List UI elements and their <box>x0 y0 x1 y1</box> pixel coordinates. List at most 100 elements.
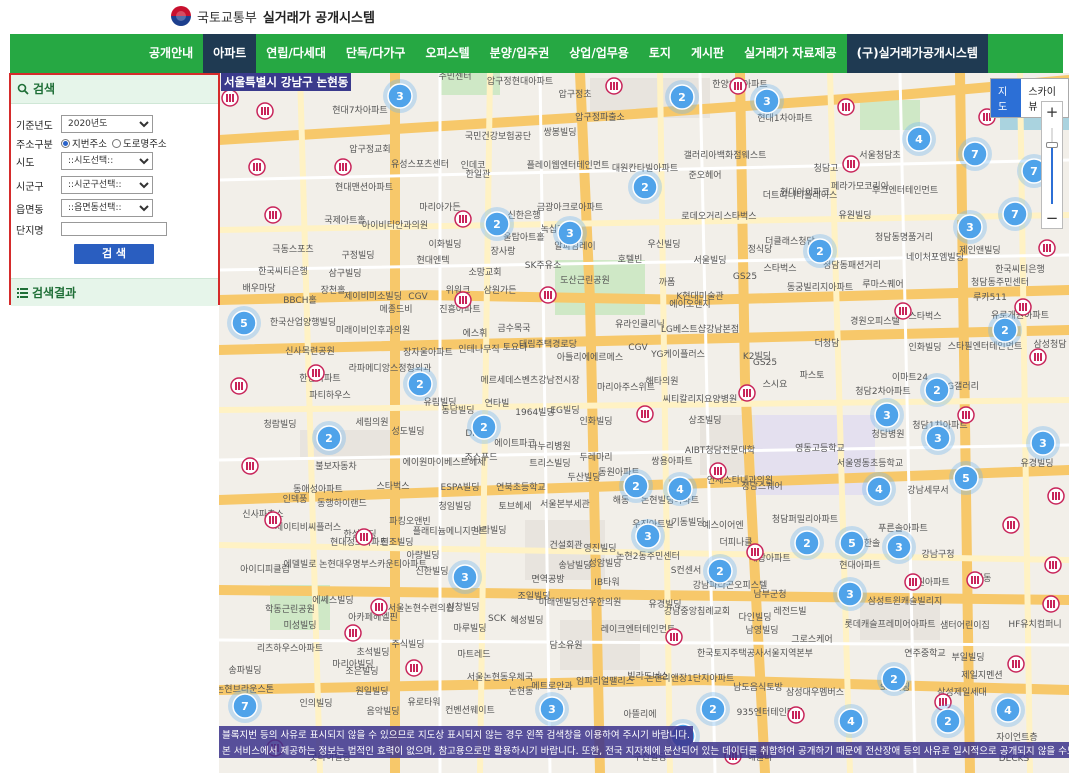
zoom-slider-handle[interactable] <box>1046 142 1058 148</box>
apartment-marker-icon[interactable] <box>1029 348 1047 366</box>
cluster-marker[interactable]: 3 <box>882 530 916 564</box>
cluster-marker[interactable]: 2 <box>467 410 501 444</box>
apartment-marker-icon[interactable] <box>264 511 282 529</box>
zoom-in-button[interactable]: + <box>1042 102 1062 122</box>
apartment-marker-icon[interactable] <box>636 405 654 423</box>
cluster-marker[interactable]: 3 <box>750 84 784 118</box>
sigungu-select[interactable]: ::시군구선택:: <box>61 176 153 194</box>
apartment-marker-icon[interactable] <box>842 155 860 173</box>
map-canvas[interactable]: 주민센터압구정현대아파트압구정초한양2차아파트압구정파출소국민건강보험공단쌍봉빌… <box>219 73 1069 773</box>
cluster-marker[interactable]: 3 <box>1026 426 1060 460</box>
apartment-marker-icon[interactable] <box>1038 239 1056 257</box>
apartment-marker-icon[interactable] <box>454 291 472 309</box>
cluster-marker[interactable]: 7 <box>998 197 1032 231</box>
apartment-marker-icon[interactable] <box>957 406 975 424</box>
search-result-header[interactable]: 검색결과 <box>11 278 218 306</box>
cluster-marker[interactable]: 3 <box>870 398 904 432</box>
cluster-marker[interactable]: 2 <box>803 234 837 268</box>
cluster-marker[interactable]: 3 <box>953 210 987 244</box>
apartment-marker-icon[interactable] <box>709 462 727 480</box>
apartment-marker-icon[interactable] <box>904 573 922 591</box>
cluster-marker[interactable]: 2 <box>703 554 737 588</box>
cluster-marker[interactable]: 2 <box>619 469 653 503</box>
nav-item-0[interactable]: 공개안내 <box>139 34 203 73</box>
cluster-marker[interactable]: 4 <box>991 693 1025 727</box>
apartment-marker-icon[interactable] <box>787 706 805 724</box>
jibun-radio[interactable]: 지번주소 <box>61 136 107 150</box>
apartment-marker-icon[interactable] <box>248 158 266 176</box>
apartment-marker-icon[interactable] <box>837 98 855 116</box>
road-address-radio[interactable]: 도로명주소 <box>111 136 167 150</box>
cluster-marker[interactable]: 2 <box>988 313 1022 347</box>
cluster-marker[interactable]: 2 <box>931 704 965 738</box>
zoom-out-button[interactable]: − <box>1042 208 1062 228</box>
cluster-marker[interactable]: 2 <box>628 170 662 204</box>
cluster-marker[interactable]: 2 <box>920 373 954 407</box>
cluster-marker[interactable]: 3 <box>553 216 587 250</box>
apartment-marker-icon[interactable] <box>1047 487 1065 505</box>
cluster-marker[interactable]: 3 <box>833 577 867 611</box>
cluster-marker[interactable]: 5 <box>227 306 261 340</box>
cluster-marker[interactable]: 5 <box>949 461 983 495</box>
apartment-marker-icon[interactable] <box>454 210 472 228</box>
cluster-marker[interactable]: 4 <box>663 472 697 506</box>
cluster-marker[interactable]: 2 <box>696 692 730 726</box>
nav-item-7[interactable]: 토지 <box>639 34 681 73</box>
apartment-marker-icon[interactable] <box>370 598 388 616</box>
cluster-marker[interactable]: 3 <box>631 519 665 553</box>
apartment-marker-icon[interactable] <box>894 302 912 320</box>
cluster-marker[interactable]: 4 <box>902 122 936 156</box>
apartment-marker-icon[interactable] <box>256 102 274 120</box>
apartment-marker-icon[interactable] <box>1042 595 1060 613</box>
apartment-marker-icon[interactable] <box>738 384 756 402</box>
apartment-marker-icon[interactable] <box>746 543 764 561</box>
year-select[interactable]: 2020년도 <box>61 115 153 133</box>
cluster-marker[interactable]: 3 <box>448 560 482 594</box>
dong-select[interactable]: ::읍면동선택:: <box>61 199 153 217</box>
apartment-marker-icon[interactable] <box>334 158 352 176</box>
site-logo[interactable]: 국토교통부 실거래가 공개시스템 <box>171 4 375 28</box>
cluster-marker[interactable]: 4 <box>834 704 868 738</box>
cluster-marker[interactable]: 3 <box>383 79 417 113</box>
nav-item-9[interactable]: 실거래가 자료제공 <box>734 34 847 73</box>
cluster-marker[interactable]: 5 <box>835 526 869 560</box>
apartment-marker-icon[interactable] <box>307 364 325 382</box>
nav-item-3[interactable]: 단독/다가구 <box>336 34 416 73</box>
cluster-marker[interactable]: 7 <box>228 689 262 723</box>
apartment-marker-icon[interactable] <box>665 628 683 646</box>
complex-name-input[interactable] <box>61 222 167 236</box>
map-view-button[interactable]: 지도 <box>991 79 1022 117</box>
cluster-marker[interactable]: 3 <box>921 421 955 455</box>
cluster-marker[interactable]: 2 <box>403 367 437 401</box>
apartment-marker-icon[interactable] <box>1014 298 1032 316</box>
nav-item-4[interactable]: 오피스텔 <box>415 34 479 73</box>
apartment-marker-icon[interactable] <box>221 89 239 107</box>
apartment-marker-icon[interactable] <box>264 206 282 224</box>
apartment-marker-icon[interactable] <box>405 659 423 677</box>
cluster-marker[interactable]: 2 <box>877 662 911 696</box>
apartment-marker-icon[interactable] <box>1044 556 1062 574</box>
apartment-marker-icon[interactable] <box>605 77 623 95</box>
nav-item-5[interactable]: 분양/입주권 <box>480 34 560 73</box>
cluster-marker[interactable]: 2 <box>480 207 514 241</box>
search-button[interactable]: 검 색 <box>74 244 154 264</box>
cluster-marker[interactable]: 4 <box>862 472 896 506</box>
apartment-marker-icon[interactable] <box>1007 655 1025 673</box>
apartment-marker-icon[interactable] <box>241 457 259 475</box>
cluster-marker[interactable]: 7 <box>958 137 992 171</box>
cluster-marker[interactable]: 2 <box>312 421 346 455</box>
apartment-marker-icon[interactable] <box>539 286 557 304</box>
cluster-marker[interactable]: 3 <box>535 692 569 726</box>
nav-item-8[interactable]: 게시판 <box>681 34 734 73</box>
apartment-marker-icon[interactable] <box>966 571 984 589</box>
nav-item-10[interactable]: (구)실거래가공개시스템 <box>846 34 988 73</box>
cluster-marker[interactable]: 2 <box>665 80 699 114</box>
apartment-marker-icon[interactable] <box>355 528 373 546</box>
apartment-marker-icon[interactable] <box>729 77 747 95</box>
sido-select[interactable]: ::시도선택:: <box>61 152 153 170</box>
apartment-marker-icon[interactable] <box>344 624 362 642</box>
apartment-marker-icon[interactable] <box>1002 516 1020 534</box>
nav-item-6[interactable]: 상업/업무용 <box>559 34 639 73</box>
nav-item-2[interactable]: 연립/다세대 <box>256 34 336 73</box>
cluster-marker[interactable]: 2 <box>790 526 824 560</box>
